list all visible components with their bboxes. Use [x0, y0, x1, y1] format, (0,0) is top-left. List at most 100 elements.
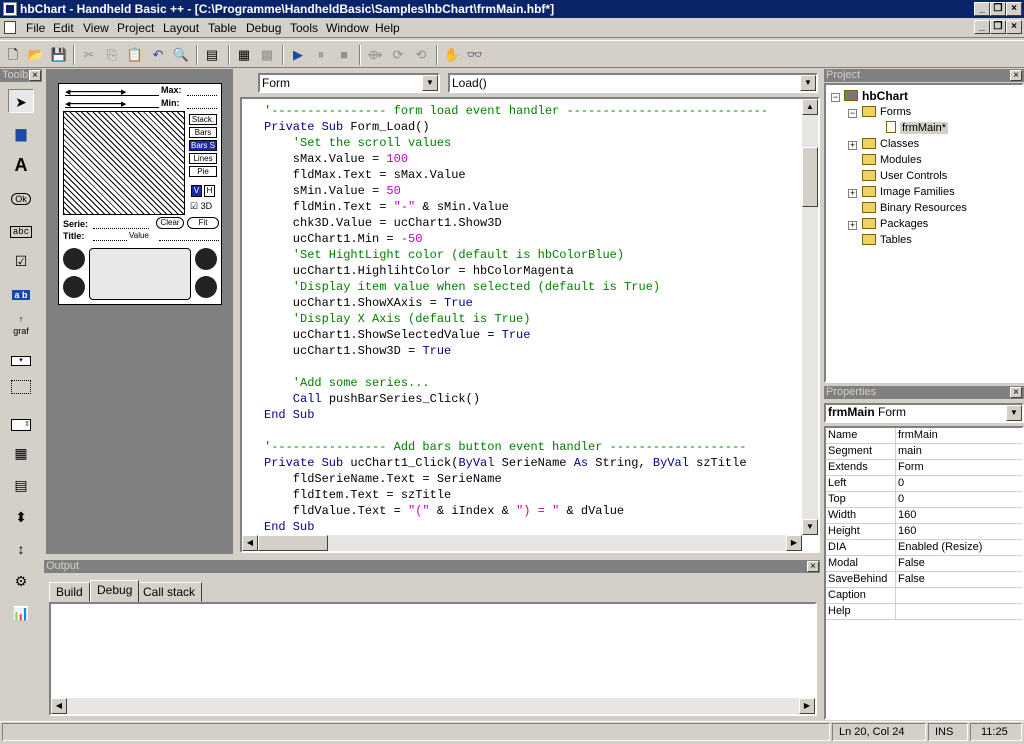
- tree-modules[interactable]: Modules: [862, 152, 922, 168]
- output-scroll-left-icon[interactable]: ◀: [51, 698, 67, 714]
- code-line[interactable]: 'Display X Axis (default is True): [264, 311, 804, 327]
- label-tool-icon[interactable]: A: [8, 153, 34, 177]
- project-root[interactable]: hbChart: [844, 88, 908, 104]
- list-tool-icon[interactable]: ▤: [8, 473, 34, 497]
- tab-debug[interactable]: Debug: [90, 580, 140, 602]
- collapse-icon[interactable]: −: [848, 109, 857, 118]
- tree-user-controls[interactable]: User Controls: [862, 168, 947, 184]
- property-value[interactable]: False: [898, 556, 925, 571]
- minimize-button[interactable]: _: [974, 2, 990, 16]
- step-out-icon[interactable]: ⟲: [412, 46, 430, 64]
- code-line[interactable]: sMin.Value = 50: [264, 183, 804, 199]
- project-tree[interactable]: − hbChart − Forms frmMain* + Classes Mod…: [824, 83, 1024, 383]
- expand-icon[interactable]: +: [848, 189, 857, 198]
- code-area[interactable]: '---------------- form load event handle…: [240, 97, 820, 553]
- stop-build-icon[interactable]: ▩: [258, 46, 276, 64]
- graffiti-tool-icon[interactable]: ↑ graf: [8, 313, 34, 337]
- output-close-button[interactable]: ×: [807, 561, 819, 572]
- close-button[interactable]: ×: [1006, 2, 1022, 16]
- maximize-button[interactable]: ❐: [990, 2, 1006, 16]
- paste-icon[interactable]: 📋: [126, 46, 144, 64]
- code-line[interactable]: 'Set the scroll values: [264, 135, 804, 151]
- code-line[interactable]: fldMin.Text = "-" & sMin.Value: [264, 199, 804, 215]
- copy-icon[interactable]: ⎘: [103, 46, 121, 64]
- code-line[interactable]: [264, 423, 804, 439]
- pointer-tool-icon[interactable]: ➤: [8, 89, 34, 113]
- code-line[interactable]: sMax.Value = 100: [264, 151, 804, 167]
- popup-tool-icon[interactable]: ▾: [8, 345, 34, 369]
- code-line[interactable]: ucChart1.ShowXAxis = True: [264, 295, 804, 311]
- project-close-button[interactable]: ×: [1010, 70, 1022, 81]
- menu-project[interactable]: Project: [117, 21, 154, 35]
- menu-table[interactable]: Table: [208, 21, 237, 35]
- tab-call-stack[interactable]: Call stack: [136, 582, 203, 602]
- button-tool-icon[interactable]: Ok: [8, 185, 34, 209]
- menu-layout[interactable]: Layout: [163, 21, 199, 35]
- mdi-minimize-button[interactable]: _: [974, 20, 990, 34]
- tree-tables[interactable]: Tables: [862, 232, 912, 248]
- mdi-restore-button[interactable]: ❐: [990, 20, 1006, 34]
- code-line[interactable]: Private Sub ucChart1_Click(ByVal SerieNa…: [264, 455, 804, 471]
- tree-forms[interactable]: Forms: [862, 104, 911, 120]
- output-scroll-right-icon[interactable]: ▶: [799, 698, 815, 714]
- code-line[interactable]: Call pushBarSeries_Click(): [264, 391, 804, 407]
- cut-icon[interactable]: ✂: [80, 46, 98, 64]
- property-value[interactable]: 0: [898, 492, 904, 507]
- property-row[interactable]: Help: [826, 604, 1022, 620]
- property-row[interactable]: Modal False: [826, 556, 1022, 572]
- property-row[interactable]: Caption: [826, 588, 1022, 604]
- horizontal-scrollbar[interactable]: ◀ ▶: [242, 535, 802, 551]
- tree-frmmain[interactable]: frmMain*: [886, 120, 949, 136]
- repeat-tool-icon[interactable]: ↕: [8, 537, 34, 561]
- pushbutton-tool-icon[interactable]: a b: [8, 281, 34, 305]
- procedure-combo-dropdown-icon[interactable]: ▼: [800, 75, 816, 91]
- property-row[interactable]: Segment main: [826, 444, 1022, 460]
- toolbox-close-button[interactable]: ×: [29, 70, 41, 81]
- code-line[interactable]: fldItem.Text = szTitle: [264, 487, 804, 503]
- form-preview[interactable]: ◀━━━━━━━━━━━━▶ Max: ◀━━━━━━━━━━━━▶ Min: …: [58, 83, 222, 305]
- menu-file[interactable]: File: [26, 21, 45, 35]
- chart-tool-icon[interactable]: 📊: [8, 601, 34, 625]
- code-line[interactable]: [264, 359, 804, 375]
- properties-icon[interactable]: ▤: [203, 46, 221, 64]
- property-value[interactable]: Enabled (Resize): [898, 540, 982, 555]
- code-line[interactable]: fldMax.Text = sMax.Value: [264, 167, 804, 183]
- code-line[interactable]: 'Display item value when selected (defau…: [264, 279, 804, 295]
- menu-edit[interactable]: Edit: [53, 21, 74, 35]
- checkbox-tool-icon[interactable]: ☑: [8, 249, 34, 273]
- undo-icon[interactable]: ↶: [149, 46, 167, 64]
- property-row[interactable]: Name frmMain: [826, 428, 1022, 444]
- tree-binary-resources[interactable]: Binary Resources: [862, 200, 967, 216]
- gadget-tool-icon[interactable]: ⚙: [8, 569, 34, 593]
- code-text[interactable]: '---------------- form load event handle…: [264, 103, 804, 535]
- step-into-icon[interactable]: ⟴: [366, 46, 384, 64]
- code-line[interactable]: '---------------- form load event handle…: [264, 103, 804, 119]
- scroll-tool-icon[interactable]: ⇳: [8, 409, 34, 433]
- menu-view[interactable]: View: [83, 21, 109, 35]
- collapse-icon[interactable]: −: [831, 93, 840, 102]
- expand-icon[interactable]: +: [848, 141, 857, 150]
- code-line[interactable]: ucChart1.Show3D = True: [264, 343, 804, 359]
- selector-tool-icon[interactable]: [8, 377, 34, 401]
- property-row[interactable]: Left 0: [826, 476, 1022, 492]
- tree-image-families[interactable]: Image Families: [862, 184, 955, 200]
- property-value[interactable]: 160: [898, 508, 916, 523]
- code-line[interactable]: ucChart1.ShowSelectedValue = True: [264, 327, 804, 343]
- watch-icon[interactable]: 👓: [466, 46, 484, 64]
- document-icon[interactable]: [4, 21, 16, 34]
- tree-packages[interactable]: Packages: [862, 216, 928, 232]
- vertical-scroll-thumb[interactable]: [802, 147, 818, 207]
- menu-tools[interactable]: Tools: [290, 21, 318, 35]
- find-icon[interactable]: 🔍: [172, 46, 190, 64]
- property-value[interactable]: 0: [898, 476, 904, 491]
- property-value[interactable]: False: [898, 572, 925, 587]
- mdi-close-button[interactable]: ×: [1006, 20, 1022, 34]
- new-file-icon[interactable]: 🗋: [4, 46, 22, 64]
- slider-tool-icon[interactable]: ⬍: [8, 505, 34, 529]
- code-line[interactable]: End Sub: [264, 407, 804, 423]
- code-line[interactable]: fldValue.Text = "(" & iIndex & ") = " & …: [264, 503, 804, 519]
- stop-icon[interactable]: ■: [335, 46, 353, 64]
- object-combo[interactable]: Form ▼: [258, 73, 440, 93]
- save-icon[interactable]: 💾: [50, 46, 68, 64]
- code-line[interactable]: chk3D.Value = ucChart1.Show3D: [264, 215, 804, 231]
